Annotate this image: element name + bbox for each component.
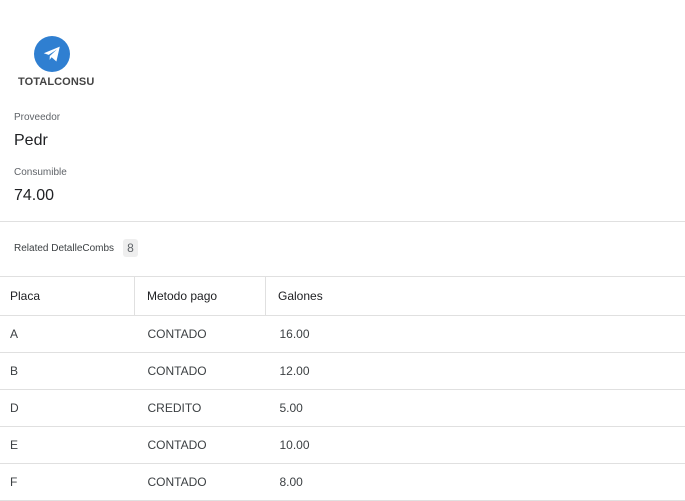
cell-metodo-pago: CONTADO bbox=[147, 475, 207, 489]
detalle-combs-table: Placa Metodo pago Galones A CONTADO 16.0… bbox=[0, 276, 685, 501]
cell-placa: F bbox=[10, 475, 18, 489]
proveedor-value: Pedr bbox=[14, 132, 48, 149]
cell-galones: 5.00 bbox=[279, 401, 303, 415]
cell-metodo-pago: CONTADO bbox=[147, 327, 207, 341]
table-header-row: Placa Metodo pago Galones bbox=[0, 276, 685, 316]
consumible-field: Consumible 74.00 bbox=[14, 167, 67, 206]
table-row[interactable]: E CONTADO 10.00 bbox=[0, 427, 685, 464]
cell-galones: 8.00 bbox=[279, 475, 303, 489]
telegram-send-icon[interactable] bbox=[34, 36, 70, 72]
cell-metodo-pago: CONTADO bbox=[147, 364, 207, 378]
table-row[interactable]: A CONTADO 16.00 bbox=[0, 316, 685, 353]
proveedor-field: Proveedor Pedr bbox=[14, 112, 60, 151]
cell-placa: E bbox=[10, 438, 19, 452]
proveedor-label: Proveedor bbox=[14, 112, 61, 123]
column-header-galones[interactable]: Galones bbox=[266, 277, 685, 316]
table-row[interactable]: B CONTADO 12.00 bbox=[0, 353, 685, 390]
table-row[interactable]: D CREDITO 5.00 bbox=[0, 390, 685, 427]
cell-metodo-pago: CREDITO bbox=[147, 401, 202, 415]
column-header-placa[interactable]: Placa bbox=[0, 276, 135, 316]
cell-metodo-pago: CONTADO bbox=[147, 438, 207, 452]
cell-galones: 10.00 bbox=[279, 438, 310, 452]
related-label: Related DetalleCombs bbox=[14, 242, 115, 254]
cell-placa: A bbox=[10, 327, 19, 341]
cell-placa: B bbox=[10, 364, 19, 378]
related-count-badge: 8 bbox=[123, 239, 138, 257]
table-row[interactable]: F CONTADO 8.00 bbox=[0, 464, 685, 501]
section-divider bbox=[0, 221, 685, 222]
column-header-metodo-pago[interactable]: Metodo pago bbox=[134, 276, 266, 316]
cell-placa: D bbox=[10, 401, 19, 415]
consumible-label: Consumible bbox=[14, 167, 67, 178]
paper-plane-icon bbox=[43, 46, 60, 62]
app-title: TOTALCONSU bbox=[18, 76, 95, 88]
cell-galones: 16.00 bbox=[279, 327, 310, 341]
cell-galones: 12.00 bbox=[279, 364, 310, 378]
related-section-header: Related DetalleCombs 8 bbox=[14, 238, 138, 258]
consumible-value: 74.00 bbox=[14, 187, 55, 204]
